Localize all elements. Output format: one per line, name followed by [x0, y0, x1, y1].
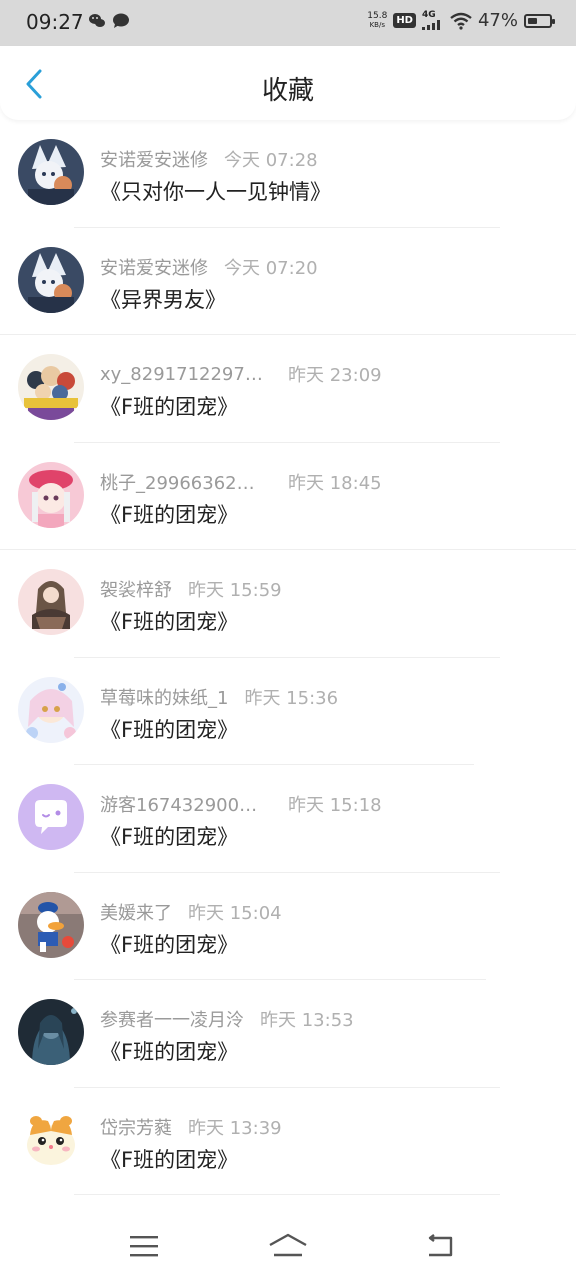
- item-meta: 袈裟梓舒 昨天 15:59: [100, 576, 282, 602]
- list-item[interactable]: 桃子_29966362… 昨天 18:45 《F班的团宠》: [0, 443, 576, 550]
- list-item[interactable]: 袈裟梓舒 昨天 15:59 《F班的团宠》: [0, 550, 576, 658]
- timestamp: 昨天 23:09: [288, 365, 382, 386]
- timestamp: 昨天 15:18: [288, 795, 382, 816]
- timestamp: 昨天 18:45: [288, 472, 382, 494]
- status-right: 15.8 KB/s HD 4G 47%: [367, 10, 555, 31]
- network-type: 4G: [421, 10, 436, 20]
- author-name[interactable]: 桃子_29966362…: [100, 469, 272, 495]
- book-title[interactable]: 《F班的团宠》: [100, 714, 238, 744]
- back-icon: [428, 1234, 453, 1257]
- menu-button[interactable]: [120, 1228, 168, 1264]
- system-nav-bar: [0, 1210, 576, 1280]
- author-name[interactable]: 参赛者一一凌月泠: [100, 1006, 244, 1032]
- speed-value: 15.8: [367, 10, 388, 21]
- item-meta: 美媛来了 昨天 15:04: [100, 899, 282, 925]
- avatar[interactable]: [18, 569, 84, 635]
- status-time: 09:27: [26, 10, 84, 34]
- timestamp: 今天 07:28: [224, 150, 318, 171]
- item-meta: 安诺爱安迷修 今天 07:20: [100, 254, 318, 280]
- wechat-icon: [89, 14, 105, 27]
- speed-unit: KB/s: [369, 20, 385, 29]
- list-item[interactable]: 草莓味的妹纸_1 昨天 15:36 《F班的团宠》: [0, 658, 576, 765]
- book-title[interactable]: 《F班的团宠》: [100, 929, 238, 959]
- author-name[interactable]: xy_82917122971…: [100, 364, 272, 385]
- battery-percent: 47%: [477, 10, 518, 31]
- network-speed: 15.8 KB/s: [367, 10, 388, 30]
- book-title[interactable]: 《F班的团宠》: [100, 499, 238, 529]
- avatar[interactable]: [18, 999, 84, 1065]
- favorites-list: 安诺爱安迷修 今天 07:28 《只对你一人一见钟情》 安诺爱安迷修 今天 07…: [0, 120, 576, 1195]
- book-title[interactable]: 《F班的团宠》: [100, 1144, 238, 1174]
- avatar[interactable]: [18, 676, 84, 743]
- list-item[interactable]: 游客167432900… 昨天 15:18 《F班的团宠》: [0, 765, 576, 873]
- status-bar: 09:27 15.8 KB/s HD 4G 47%: [0, 0, 576, 46]
- item-meta: xy_82917122971… 昨天 23:09: [100, 361, 382, 387]
- book-title[interactable]: 《F班的团宠》: [100, 391, 238, 421]
- list-item[interactable]: 安诺爱安迷修 今天 07:20 《异界男友》: [0, 228, 576, 335]
- avatar[interactable]: [18, 246, 84, 313]
- book-title[interactable]: 《F班的团宠》: [100, 821, 238, 851]
- author-name[interactable]: 草莓味的妹纸_1: [100, 684, 228, 710]
- list-item[interactable]: 安诺爱安迷修 今天 07:28 《只对你一人一见钟情》: [0, 120, 576, 228]
- book-title[interactable]: 《异界男友》: [100, 284, 226, 314]
- home-icon: [269, 1233, 307, 1257]
- book-title[interactable]: 《只对你一人一见钟情》: [100, 176, 331, 206]
- timestamp: 昨天 15:36: [244, 687, 339, 709]
- menu-icon: [130, 1236, 158, 1257]
- home-button[interactable]: [264, 1228, 312, 1264]
- back-nav-button[interactable]: [416, 1228, 464, 1264]
- author-name[interactable]: 美媛来了: [100, 899, 172, 925]
- item-meta: 岱宗芳蕤 昨天 13:39: [100, 1114, 282, 1140]
- list-item[interactable]: xy_82917122971… 昨天 23:09 《F班的团宠》: [0, 335, 576, 443]
- item-meta: 游客167432900… 昨天 15:18: [100, 791, 382, 817]
- timestamp: 昨天 13:53: [260, 1010, 354, 1031]
- page-title: 收藏: [261, 76, 314, 106]
- avatar[interactable]: [18, 461, 84, 528]
- item-meta: 草莓味的妹纸_1 昨天 15:36: [100, 684, 338, 710]
- battery-icon: [524, 13, 555, 28]
- list-item[interactable]: 美媛来了 昨天 15:04 《F班的团宠》: [0, 873, 576, 980]
- list-item[interactable]: 参赛者一一凌月泠 昨天 13:53 《F班的团宠》: [0, 980, 576, 1088]
- divider: [74, 1194, 500, 1195]
- timestamp: 昨天 13:39: [188, 1117, 282, 1139]
- author-name[interactable]: 安诺爱安迷修: [100, 146, 208, 172]
- signal-icon: 4G: [421, 10, 444, 30]
- item-meta: 桃子_29966362… 昨天 18:45: [100, 469, 382, 495]
- book-title[interactable]: 《F班的团宠》: [100, 1036, 238, 1066]
- item-meta: 参赛者一一凌月泠 昨天 13:53: [100, 1006, 354, 1032]
- notification-icons: [88, 13, 130, 29]
- hd-badge: HD: [393, 13, 416, 28]
- avatar[interactable]: [18, 139, 84, 205]
- avatar[interactable]: [18, 1106, 84, 1173]
- author-name[interactable]: 袈裟梓舒: [100, 576, 172, 602]
- author-name[interactable]: 游客167432900…: [100, 791, 272, 817]
- timestamp: 昨天 15:59: [188, 580, 282, 601]
- author-name[interactable]: 岱宗芳蕤: [100, 1114, 172, 1140]
- avatar[interactable]: [18, 354, 84, 420]
- avatar[interactable]: [18, 784, 84, 850]
- timestamp: 昨天 15:04: [188, 902, 282, 924]
- item-meta: 安诺爱安迷修 今天 07:28: [100, 146, 318, 172]
- app-header: 收藏: [0, 46, 576, 120]
- message-icon: [113, 13, 129, 28]
- list-item[interactable]: 岱宗芳蕤 昨天 13:39 《F班的团宠》: [0, 1088, 576, 1195]
- book-title[interactable]: 《F班的团宠》: [100, 606, 238, 636]
- wifi-icon: [450, 12, 472, 30]
- timestamp: 今天 07:20: [224, 257, 318, 279]
- author-name[interactable]: 安诺爱安迷修: [100, 254, 208, 280]
- avatar[interactable]: [18, 891, 84, 958]
